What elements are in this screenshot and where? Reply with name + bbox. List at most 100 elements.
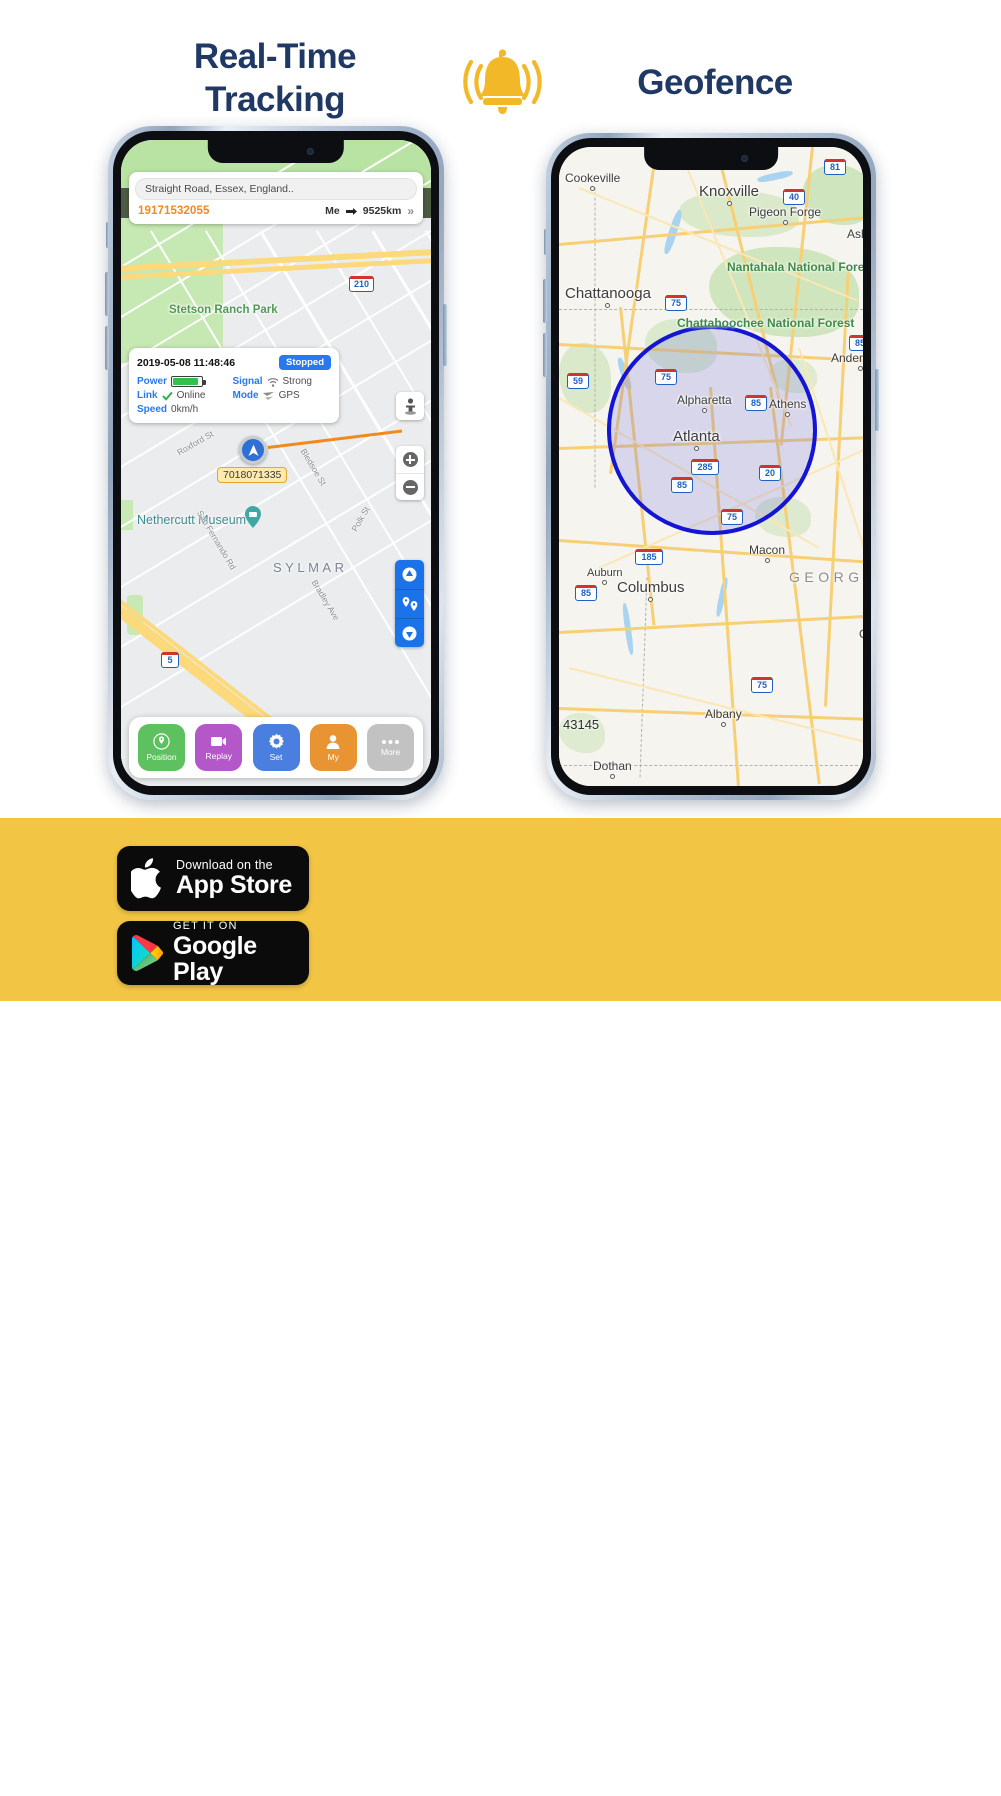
geofence-circle[interactable] [607, 325, 817, 535]
map-label-asheville: Asheville [847, 227, 863, 247]
page-title-right: Geofence [637, 63, 793, 102]
info-grid: Power Signal Strong Link Online Mode GPS… [137, 376, 331, 415]
info-val-mode: GPS [278, 390, 300, 401]
volume-down-button-right[interactable] [543, 333, 547, 377]
app-store-badge-big: App Store [176, 870, 292, 899]
phone-left-realtime-tracking: Stetson Ranch Park 210 5 Nethercutt Muse… [105, 126, 447, 800]
street-view-pegman-icon[interactable] [396, 392, 424, 420]
zoom-in-button[interactable] [396, 446, 424, 473]
user-icon [326, 734, 340, 749]
info-key-mode: Mode [232, 390, 259, 401]
multi-marker-button[interactable] [395, 589, 424, 618]
city-dot [857, 366, 863, 371]
info-key-speed: Speed [137, 404, 168, 415]
check-icon [161, 391, 173, 401]
locate-down-button[interactable] [395, 618, 424, 647]
info-row-power: Power [137, 376, 224, 387]
map-canvas-tracking[interactable]: Stetson Ranch Park 210 5 Nethercutt Muse… [121, 140, 431, 786]
highway-shield-85-ne: 85 [745, 394, 767, 411]
highway-shield-59: 59 [567, 372, 589, 389]
apple-logo-icon [131, 858, 161, 899]
zoom-out-button[interactable] [396, 473, 424, 500]
video-play-icon [211, 737, 227, 746]
screen-left: Stetson Ranch Park 210 5 Nethercutt Muse… [121, 140, 431, 786]
google-play-badge[interactable]: GET IT ON Google Play [117, 920, 309, 986]
banner-subtext: Track in real time with our free APP ava… [342, 1733, 939, 1796]
zoom-controls[interactable] [396, 446, 424, 500]
highway-shield-75-atl: 75 [655, 368, 677, 385]
notch [207, 140, 345, 163]
map-label-dothan: Dothan [593, 759, 632, 779]
info-row-speed: Speed 0km/h [137, 404, 224, 415]
info-key-signal: Signal [232, 376, 263, 387]
power-button[interactable] [443, 304, 447, 366]
banner-heading: Support free App to use [342, 1664, 850, 1718]
map-park-area [121, 218, 224, 363]
locate-up-button[interactable] [395, 560, 424, 589]
header-row: Real-Time Tracking Geofence [0, 0, 1001, 125]
museum-marker-icon [245, 506, 261, 528]
info-val-signal: Strong [282, 376, 312, 387]
page-title-left: Real-Time Tracking [193, 37, 357, 119]
chevron-up-icon[interactable]: » [407, 204, 414, 218]
search-card[interactable]: Straight Road, Essex, England.. 19171532… [129, 172, 423, 224]
bottom-navigation-bar[interactable]: Position Replay Set My More [129, 717, 423, 778]
power-button-right[interactable] [875, 369, 879, 431]
nav-button-more[interactable]: More [367, 724, 414, 771]
map-label-greenville: Greenville [859, 627, 863, 647]
map-label-cookeville: Cookeville [565, 171, 620, 191]
highway-shield-210: 210 [349, 275, 374, 292]
highway-shield-185: 185 [635, 548, 663, 565]
highway-shield-40: 40 [783, 188, 805, 205]
nav-button-position[interactable]: Position [138, 724, 185, 771]
gear-icon [268, 733, 284, 749]
volume-up-button[interactable] [105, 272, 109, 316]
screen-right: Cookeville Knoxville Pigeon Forge Ashevi… [559, 147, 863, 786]
map-corner-code: 43145 [563, 717, 600, 732]
info-val-link: Online [176, 390, 206, 401]
map-label-state: GEORGIA [789, 569, 863, 585]
silent-switch[interactable] [106, 222, 109, 248]
app-store-badge[interactable]: Download on the App Store [117, 846, 309, 911]
vehicle-marker[interactable]: 7018071335 [217, 436, 288, 483]
info-datetime: 2019-05-08 11:48:46 [137, 356, 236, 369]
info-row-link: Link Online [137, 390, 224, 401]
status-badge: Stopped [279, 355, 331, 370]
search-input[interactable]: Straight Road, Essex, England.. [135, 178, 417, 200]
notch-right [644, 147, 778, 170]
info-val-speed: 0km/h [171, 404, 199, 415]
google-play-badge-big: Google Play [173, 931, 257, 986]
nav-label-set: Set [269, 752, 283, 762]
city-dot [720, 722, 726, 727]
highway-shield-85-sw: 85 [671, 476, 693, 493]
volume-down-button[interactable] [105, 326, 109, 370]
nav-button-my[interactable]: My [309, 724, 357, 771]
volume-up-button-right[interactable] [543, 279, 547, 323]
locate-up-icon [402, 567, 417, 582]
vehicle-marker-label: 7018071335 [217, 467, 288, 483]
silent-switch-right[interactable] [544, 229, 547, 255]
nav-label-replay: Replay [205, 751, 232, 761]
google-play-icon [131, 934, 164, 972]
multi-marker-icon [402, 596, 417, 611]
city-dot [602, 580, 608, 585]
battery-icon [171, 376, 206, 387]
info-key-link: Link [137, 390, 158, 401]
search-meta-row: 19171532055 Me 9525km » [129, 203, 423, 224]
map-action-stack[interactable] [395, 560, 424, 647]
locate-down-icon [402, 626, 417, 640]
map-canvas-geofence[interactable]: Cookeville Knoxville Pigeon Forge Ashevi… [559, 147, 863, 786]
highway-shield-85-far: 85 [849, 334, 863, 351]
phone-bezel-right: Cookeville Knoxville Pigeon Forge Ashevi… [551, 138, 871, 795]
highway-shield-75-north: 75 [665, 294, 687, 311]
nav-label-more: More [380, 746, 401, 757]
bell-ringing-icon [455, 46, 550, 118]
highway-shield-81: 81 [824, 158, 846, 175]
phone-right-geofence: Cookeville Knoxville Pigeon Forge Ashevi… [543, 133, 879, 800]
nav-button-set[interactable]: Set [252, 724, 300, 771]
nav-button-replay[interactable]: Replay [195, 724, 243, 771]
device-imei[interactable]: 19171532055 [138, 205, 209, 217]
city-dot [764, 558, 770, 563]
zoom-out-icon [402, 479, 418, 495]
device-distance: 9525km [362, 205, 402, 217]
